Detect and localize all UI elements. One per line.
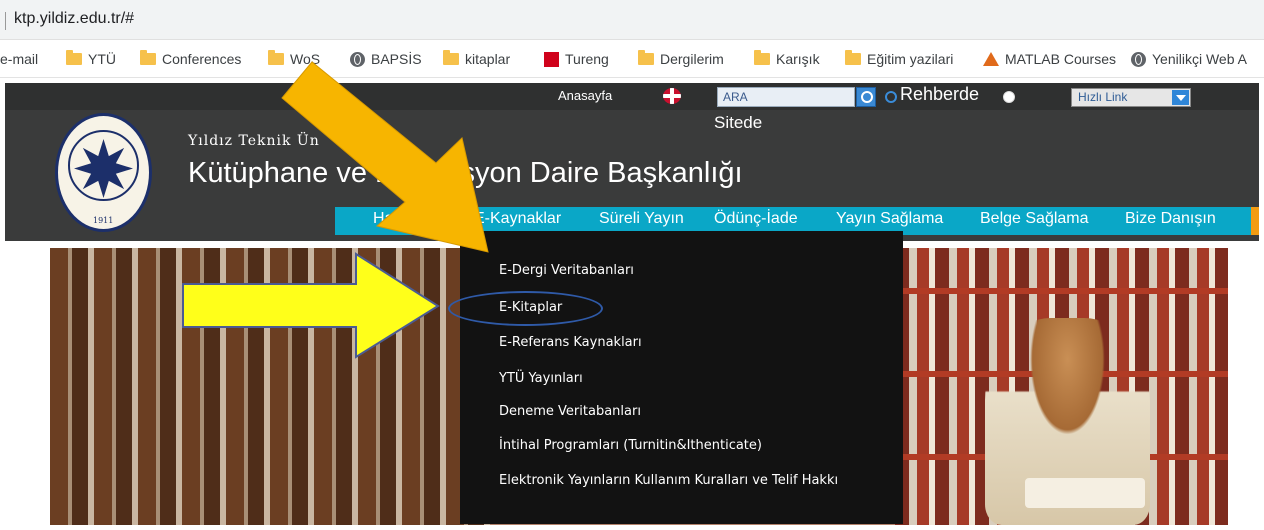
orange-arrow-icon — [281, 61, 489, 253]
annotation-arrows — [182, 61, 489, 359]
yellow-arrow-icon — [182, 252, 440, 359]
